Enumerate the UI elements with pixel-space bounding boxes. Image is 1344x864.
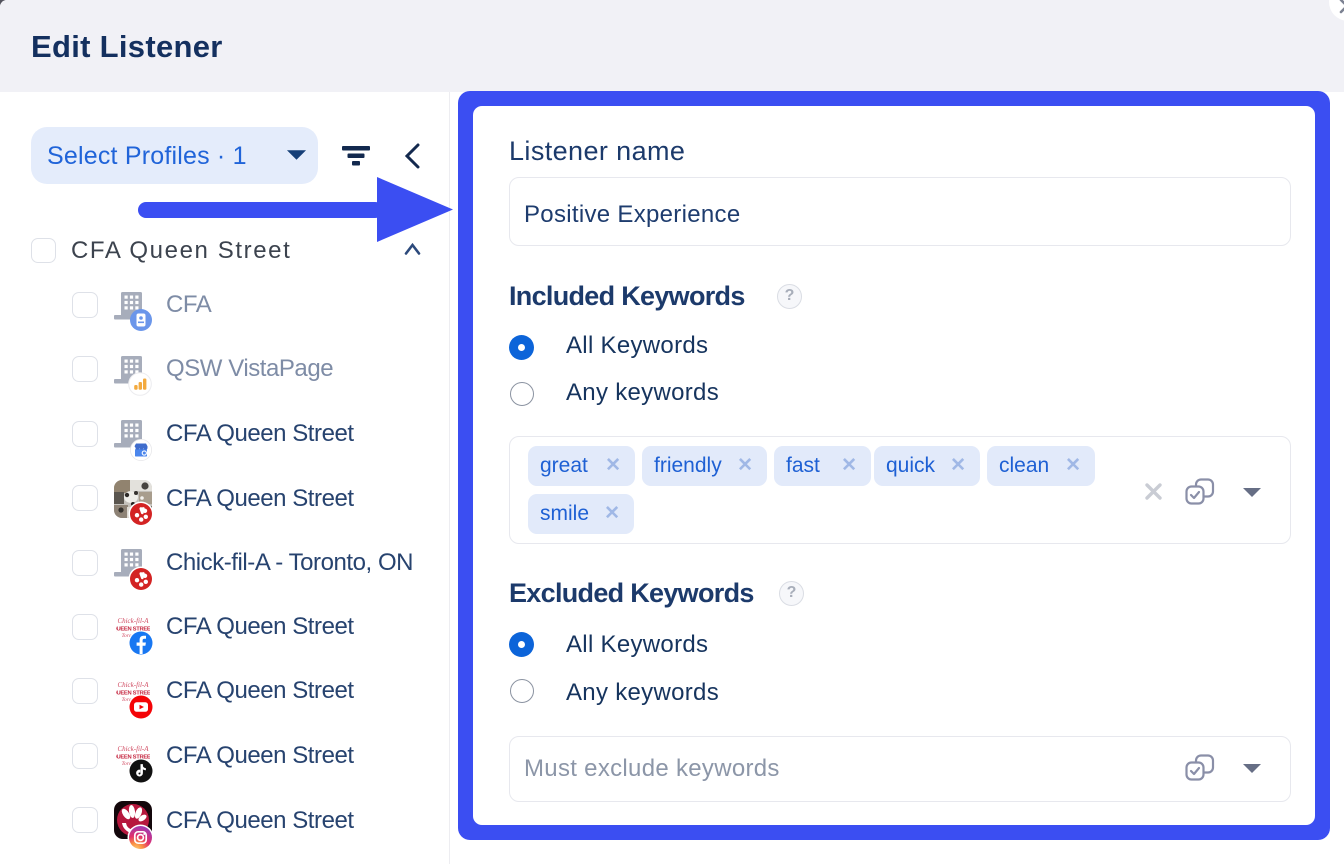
svg-text:Chick-fil-A: Chick-fil-A xyxy=(117,745,149,753)
svg-text:Chick-fil-A: Chick-fil-A xyxy=(117,681,149,689)
svg-text:Chick-fil-A: Chick-fil-A xyxy=(117,617,149,625)
